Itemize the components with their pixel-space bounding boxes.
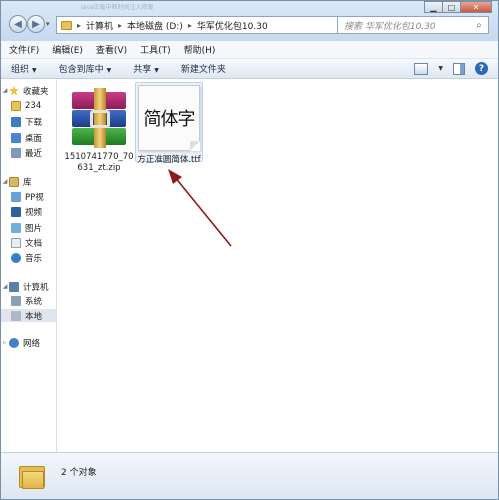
star-icon (9, 85, 19, 96)
menu-file[interactable]: 文件(F) (9, 43, 39, 56)
organize-label: 组织 (11, 65, 30, 75)
computer-icon (9, 281, 19, 292)
include-label: 包含到库中 (58, 65, 104, 75)
nav-downloads[interactable]: 下载 (11, 115, 42, 128)
breadcrumb-drive[interactable]: 本地磁盘 (D:) (127, 19, 183, 32)
share-button[interactable]: 共享 ▼ (133, 62, 159, 75)
drive-icon (11, 295, 21, 306)
nav-lib-videos[interactable]: 视频 (11, 205, 42, 218)
breadcrumb-folder[interactable]: 华军优化包10.30 (197, 19, 268, 32)
desktop-icon (11, 132, 21, 143)
download-icon (11, 116, 21, 127)
library-icon (9, 176, 19, 187)
nav-system-drive[interactable]: 系统 (11, 294, 42, 307)
nav-network[interactable]: ▹ 网络 (1, 336, 40, 349)
search-input[interactable]: 搜索 华军优化包10.30 (344, 19, 470, 32)
file-item-ttf[interactable]: 简体字 方正准圆简体.ttf (135, 82, 203, 165)
maximize-button[interactable]: □ (442, 1, 461, 13)
nav-favorites[interactable]: ◢ 收藏夹 (1, 84, 49, 97)
nav-lib-pictures[interactable]: 图片 (11, 221, 42, 234)
back-arrow-icon: ◀ (14, 18, 22, 30)
share-label: 共享 (133, 65, 152, 75)
drive-icon (11, 310, 21, 321)
folder-icon (61, 20, 72, 30)
search-icon[interactable]: ⌕ (470, 20, 488, 31)
arrow-head (168, 169, 182, 184)
music-icon (11, 252, 21, 263)
expand-icon[interactable]: ▹ (1, 339, 9, 346)
winrar-archive-icon (69, 88, 129, 148)
folder-icon (19, 463, 45, 489)
nav-computer[interactable]: ◢ 计算机 (1, 280, 49, 293)
menu-view[interactable]: 查看(V) (96, 43, 127, 56)
folder-icon (11, 100, 21, 111)
window-controls: ▁ □ ✕ (424, 1, 492, 13)
nav-desktop[interactable]: 桌面 (11, 131, 42, 144)
forward-button[interactable]: ▶ (27, 15, 45, 33)
chevron-down-icon: ▼ (106, 67, 112, 74)
title-bar: Java正版中断时间注入修复 ▁ □ ✕ ◀ ▶ ▾ ▸ 计算机 ▸ 本地磁盘 … (1, 1, 498, 41)
explorer-window: Java正版中断时间注入修复 ▁ □ ✕ ◀ ▶ ▾ ▸ 计算机 ▸ 本地磁盘 … (0, 0, 499, 500)
expand-icon[interactable]: ◢ (1, 283, 9, 290)
file-name: 1510741770_70631_zt.zip (64, 152, 134, 173)
nav-fav-item[interactable]: 234 (11, 99, 41, 112)
font-preview-text: 简体字 (143, 109, 196, 130)
file-item-zip[interactable]: 1510741770_70631_zt.zip (64, 86, 134, 174)
file-list: 1510741770_70631_zt.zip 简体字 方正准圆简体.ttf (58, 80, 498, 452)
nav-lib-music[interactable]: 音乐 (11, 251, 42, 264)
breadcrumb-computer[interactable]: 计算机 (86, 19, 113, 32)
change-view-icon[interactable] (414, 62, 429, 75)
picture-icon (11, 222, 21, 233)
menu-tools[interactable]: 工具(T) (140, 43, 171, 56)
details-pane: 2 个对象 (1, 452, 498, 499)
nav-recent[interactable]: 最近 (11, 146, 42, 159)
view-controls: ▼ ? (414, 62, 488, 75)
address-bar[interactable]: ▸ 计算机 ▸ 本地磁盘 (D:) ▸ 华军优化包10.30 (56, 16, 339, 34)
window-caption: Java正版中断时间注入修复 (81, 4, 154, 10)
help-icon[interactable]: ? (475, 62, 488, 75)
video-icon (11, 206, 21, 217)
video-library-icon (11, 191, 21, 202)
chevron-down-icon: ▼ (32, 67, 37, 74)
navigation-pane: ◢ 收藏夹 234 下载 桌面 最近 ◢ 库 PP视 视频 图片 文档 音乐 ◢… (1, 80, 57, 452)
nav-lib-pp[interactable]: PP视 (11, 190, 44, 203)
breadcrumb-separator-icon[interactable]: ▸ (77, 21, 81, 30)
recent-places-icon (11, 147, 21, 158)
new-folder-button[interactable]: 新建文件夹 (181, 62, 226, 75)
search-box[interactable]: 搜索 华军优化包10.30 ⌕ (337, 16, 489, 34)
font-file-icon: 简体字 (138, 85, 200, 151)
menu-help[interactable]: 帮助(H) (184, 43, 216, 56)
item-count: 2 个对象 (61, 468, 97, 478)
expand-icon[interactable]: ◢ (1, 178, 9, 185)
expand-icon[interactable]: ◢ (1, 87, 9, 94)
forward-arrow-icon: ▶ (32, 18, 40, 30)
nav-lib-documents[interactable]: 文档 (11, 236, 42, 249)
recent-pages-dropdown[interactable]: ▾ (46, 20, 50, 28)
arrow-shaft (173, 175, 232, 247)
minimize-button[interactable]: ▁ (424, 1, 443, 13)
back-button[interactable]: ◀ (9, 15, 27, 33)
organize-button[interactable]: 组织 ▼ (11, 62, 37, 75)
view-dropdown-icon[interactable]: ▼ (438, 65, 443, 72)
document-icon (11, 237, 21, 248)
breadcrumb-separator-icon[interactable]: ▸ (118, 21, 122, 30)
menu-edit[interactable]: 编辑(E) (52, 43, 83, 56)
preview-pane-icon[interactable] (453, 62, 465, 75)
nav-libraries[interactable]: ◢ 库 (1, 175, 32, 188)
file-name: 方正准圆简体.ttf (137, 155, 201, 165)
command-bar: 组织 ▼ 包含到库中 ▼ 共享 ▼ 新建文件夹 ▼ ? (1, 59, 498, 79)
chevron-down-icon: ▼ (154, 67, 159, 74)
menu-bar: 文件(F) 编辑(E) 查看(V) 工具(T) 帮助(H) (1, 41, 498, 59)
close-button[interactable]: ✕ (460, 1, 492, 13)
network-icon (9, 337, 19, 348)
breadcrumb-separator-icon[interactable]: ▸ (188, 21, 192, 30)
nav-local-drive[interactable]: 本地 (11, 309, 42, 322)
include-in-library-button[interactable]: 包含到库中 ▼ (59, 62, 112, 75)
